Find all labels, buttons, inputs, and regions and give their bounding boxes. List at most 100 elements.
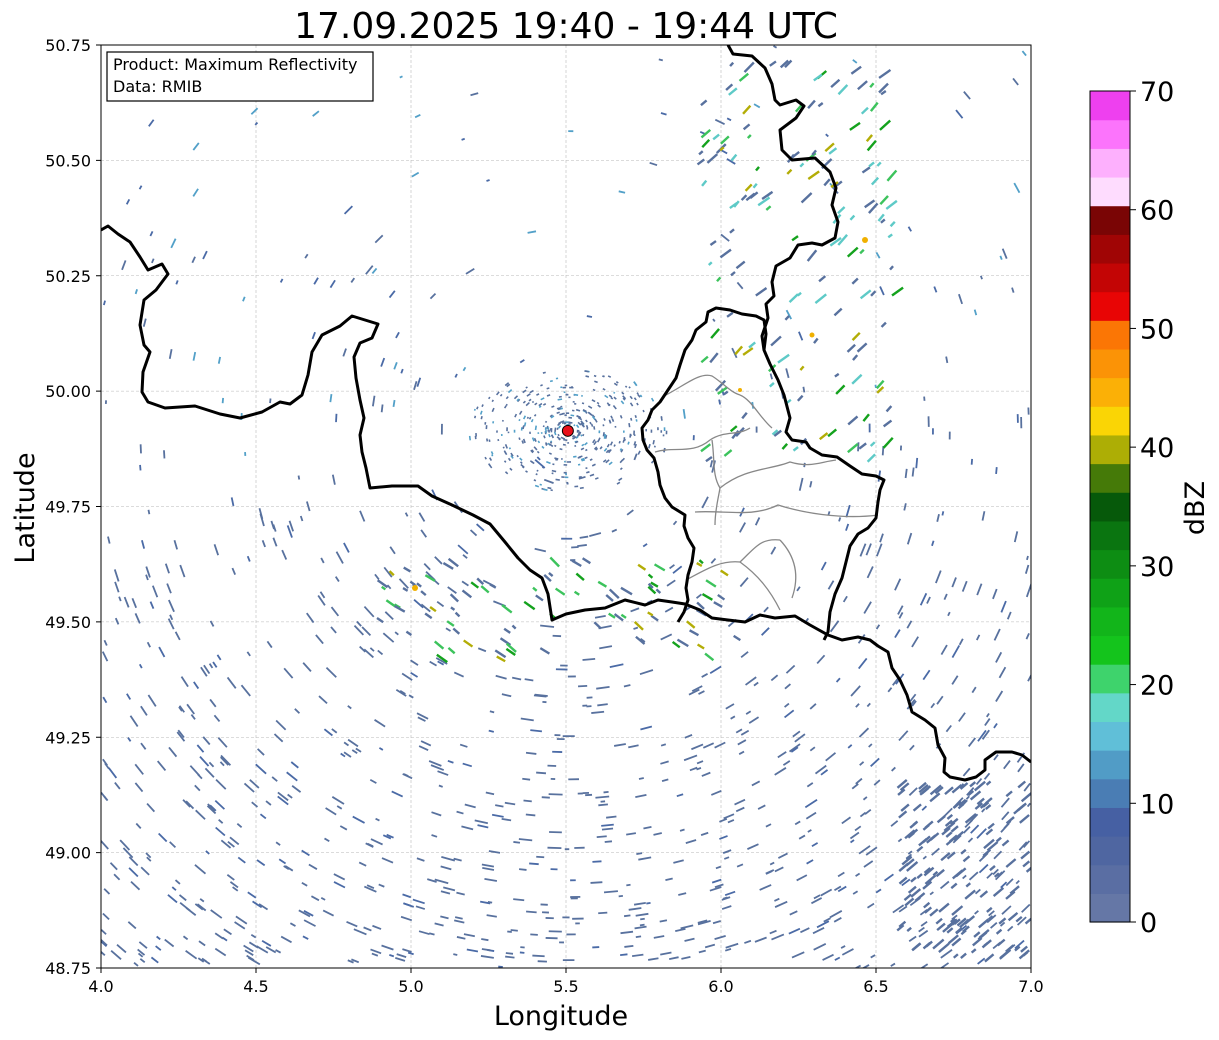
radar-echo — [513, 898, 525, 902]
radar-echo — [593, 426, 596, 430]
radar-echo — [548, 452, 552, 455]
colorbar-tick-label: 20 — [1140, 671, 1174, 702]
radar-echo — [639, 923, 645, 927]
radar-echo — [102, 300, 106, 306]
radar-echo — [554, 427, 557, 432]
radar-echo — [904, 468, 908, 479]
colorbar-swatch — [1090, 635, 1130, 665]
radar-echo — [584, 456, 588, 460]
radar-echo — [593, 374, 597, 378]
colorbar-swatch — [1090, 578, 1130, 608]
x-axis-label: Longitude — [494, 1001, 628, 1032]
colorbar-swatch — [1090, 320, 1130, 350]
radar-map-figure: 17.09.2025 19:40 - 19:44 UTC 4.0 4.5 5.0… — [10, 6, 1211, 1032]
y-tick-label: 48.75 — [45, 959, 91, 978]
radar-echo — [551, 469, 557, 473]
radar-echo — [526, 416, 529, 420]
colorbar-swatch — [1090, 836, 1130, 866]
radar-echo — [548, 433, 551, 438]
radar-site-marker[interactable] — [561, 424, 574, 437]
radar-echo — [505, 955, 515, 959]
colorbar — [1090, 91, 1130, 923]
radar-echo — [1026, 555, 1029, 561]
radar-echo — [555, 478, 560, 481]
radar-echo — [622, 439, 625, 443]
radar-echo — [802, 386, 806, 393]
radar-echo — [380, 404, 384, 413]
map-title: 17.09.2025 19:40 - 19:44 UTC — [294, 6, 838, 47]
radar-echo — [552, 463, 555, 466]
radar-echo — [598, 803, 609, 807]
radar-echo — [518, 437, 521, 441]
radar-echo — [499, 393, 503, 397]
radar-echo — [553, 431, 557, 436]
radar-echo — [476, 406, 479, 410]
radar-echo — [549, 380, 553, 383]
radar-echo — [590, 423, 594, 427]
radar-echo — [557, 398, 563, 401]
radar-echo — [536, 469, 539, 472]
radar-echo — [518, 418, 521, 422]
radar-echo — [615, 381, 619, 384]
radar-echo — [594, 380, 598, 384]
radar-echo — [537, 440, 541, 444]
radar-echo — [639, 394, 643, 398]
radar-echo — [516, 454, 519, 458]
radar-echo — [619, 448, 623, 451]
radar-echo — [636, 392, 639, 395]
colorbar-swatch — [1090, 205, 1130, 235]
colorbar-swatch — [1090, 692, 1130, 723]
radar-echo — [525, 751, 537, 755]
radar-echo — [611, 418, 615, 423]
radar-echo — [556, 427, 559, 430]
colorbar-swatch — [1090, 778, 1130, 808]
colorbar-swatch — [1090, 520, 1130, 551]
radar-echo — [510, 929, 518, 932]
radar-echo — [635, 935, 642, 938]
radar-echo — [568, 421, 573, 424]
radar-echo — [598, 911, 608, 915]
radar-echo — [481, 938, 489, 942]
radar-echo — [502, 446, 505, 449]
radar-echo — [505, 403, 508, 407]
colorbar-tick-label: 0 — [1140, 908, 1157, 939]
radar-echo — [561, 420, 565, 423]
radar-echo — [603, 417, 606, 421]
colorbar-swatch — [1090, 893, 1130, 923]
radar-echo — [486, 179, 490, 182]
radar-echo-core — [412, 585, 418, 591]
radar-echo — [556, 407, 561, 410]
radar-echo — [542, 371, 546, 374]
radar-echo — [546, 394, 551, 397]
radar-echo — [628, 422, 631, 428]
x-axis-ticks: 4.0 4.5 5.0 5.5 6.0 6.5 7.0 — [88, 968, 1044, 996]
colorbar-swatch — [1090, 119, 1130, 149]
radar-echo — [491, 454, 494, 457]
radar-echo — [582, 424, 585, 428]
radar-echo — [540, 384, 543, 387]
y-tick-label: 50.75 — [45, 36, 91, 55]
y-tick-label: 50.25 — [45, 267, 91, 286]
colorbar-swatch — [1090, 234, 1130, 264]
radar-echo — [536, 450, 540, 454]
radar-echo — [533, 479, 537, 482]
radar-echo — [545, 443, 548, 447]
radar-echo — [523, 422, 527, 427]
radar-echo — [488, 396, 491, 400]
radar-echo — [586, 315, 593, 318]
radar-echo — [945, 356, 949, 364]
colorbar-swatch — [1090, 348, 1130, 379]
radar-echo — [508, 447, 512, 450]
radar-echo — [585, 375, 590, 378]
radar-echo — [522, 777, 531, 781]
radar-echo — [579, 535, 589, 539]
radar-echo — [505, 952, 514, 955]
radar-echo — [573, 424, 576, 427]
radar-echo — [563, 438, 568, 442]
colorbar-swatch — [1090, 807, 1130, 837]
radar-echo — [480, 416, 483, 420]
radar-echo — [453, 953, 458, 956]
radar-echo — [481, 404, 484, 408]
colorbar-tick-label: 40 — [1140, 433, 1174, 464]
radar-echo — [525, 386, 528, 389]
